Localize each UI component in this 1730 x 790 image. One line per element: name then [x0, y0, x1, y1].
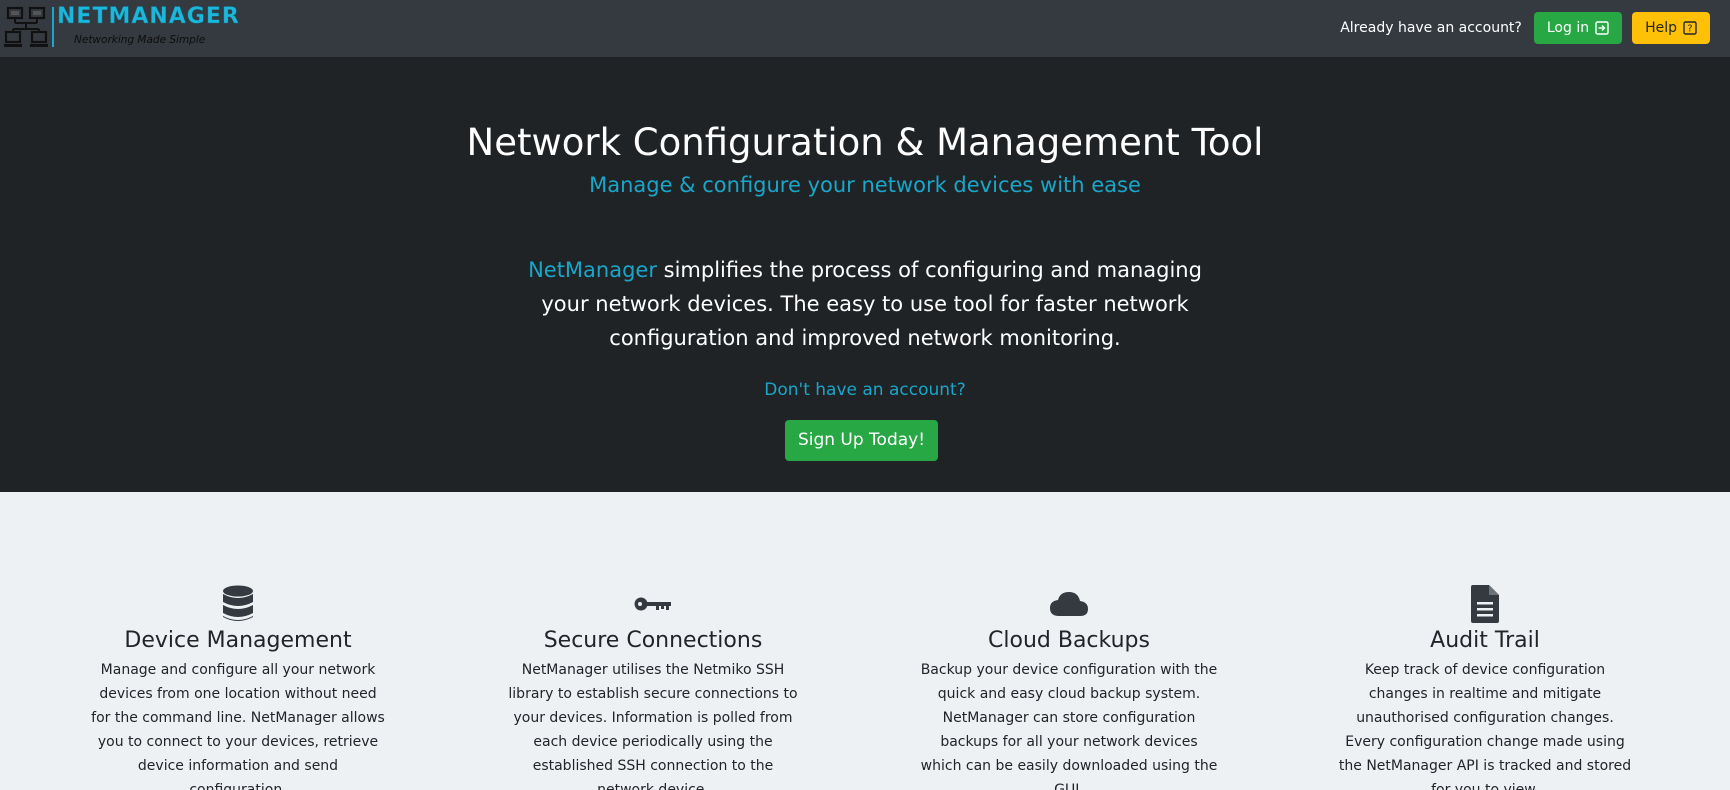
database-icon	[223, 585, 253, 621]
file-icon	[1471, 585, 1499, 623]
hero-section: Network Configuration & Management Tool …	[0, 57, 1730, 492]
feature-text: Keep track of device configuration chang…	[1338, 662, 1632, 790]
login-label: Log in	[1546, 20, 1590, 36]
help-label: Help	[1645, 20, 1677, 36]
brand-tagline: Networking Made Simple	[74, 34, 206, 46]
help-button[interactable]: Help ?	[1632, 12, 1710, 44]
svg-text:?: ?	[1687, 24, 1692, 35]
navbar: NETMANAGER Networking Made Simple Alread…	[0, 0, 1730, 57]
account-prompt: Already have an account?	[1340, 20, 1522, 36]
feature-cloud-backups: Cloud Backups Backup your device configu…	[909, 582, 1229, 790]
sign-in-icon	[1595, 21, 1609, 35]
feature-title: Secure Connections	[543, 628, 763, 653]
feature-title: Cloud Backups	[988, 628, 1150, 653]
login-button[interactable]: Log in	[1533, 12, 1623, 44]
cloud-icon	[1050, 592, 1088, 616]
hero-description: NetManager simplifies the process of con…	[525, 253, 1205, 355]
signup-prompt: Don't have an account?	[764, 380, 966, 400]
hero-description-brand: NetManager	[528, 258, 657, 282]
network-computers-icon	[4, 6, 48, 47]
brand-logo[interactable]: NETMANAGER Networking Made Simple	[4, 4, 239, 50]
question-icon: ?	[1683, 21, 1697, 35]
features-section: Device Management Manage and configure a…	[0, 492, 1730, 790]
feature-secure-connections: Secure Connections NetManager utilises t…	[493, 582, 813, 790]
hero-title: Network Configuration & Management Tool	[466, 121, 1264, 164]
feature-audit-trail: Audit Trail Keep track of device configu…	[1325, 582, 1645, 790]
feature-title: Device Management	[124, 628, 352, 653]
brand-name: NETMANAGER	[57, 4, 240, 29]
nav-actions: Already have an account? Log in Help ?	[1340, 12, 1710, 44]
feature-text: Manage and configure all your network de…	[91, 662, 385, 790]
brand-divider	[52, 7, 54, 47]
key-icon	[634, 597, 671, 611]
signup-button[interactable]: Sign Up Today!	[785, 420, 938, 461]
feature-text: NetManager utilises the Netmiko SSH libr…	[508, 662, 798, 790]
feature-text: Backup your device configuration with th…	[920, 662, 1218, 790]
feature-device-management: Device Management Manage and configure a…	[78, 582, 398, 790]
landing-page: NETMANAGER Networking Made Simple Alread…	[0, 0, 1730, 790]
feature-title: Audit Trail	[1430, 628, 1540, 653]
hero-subtitle: Manage & configure your network devices …	[589, 173, 1141, 197]
